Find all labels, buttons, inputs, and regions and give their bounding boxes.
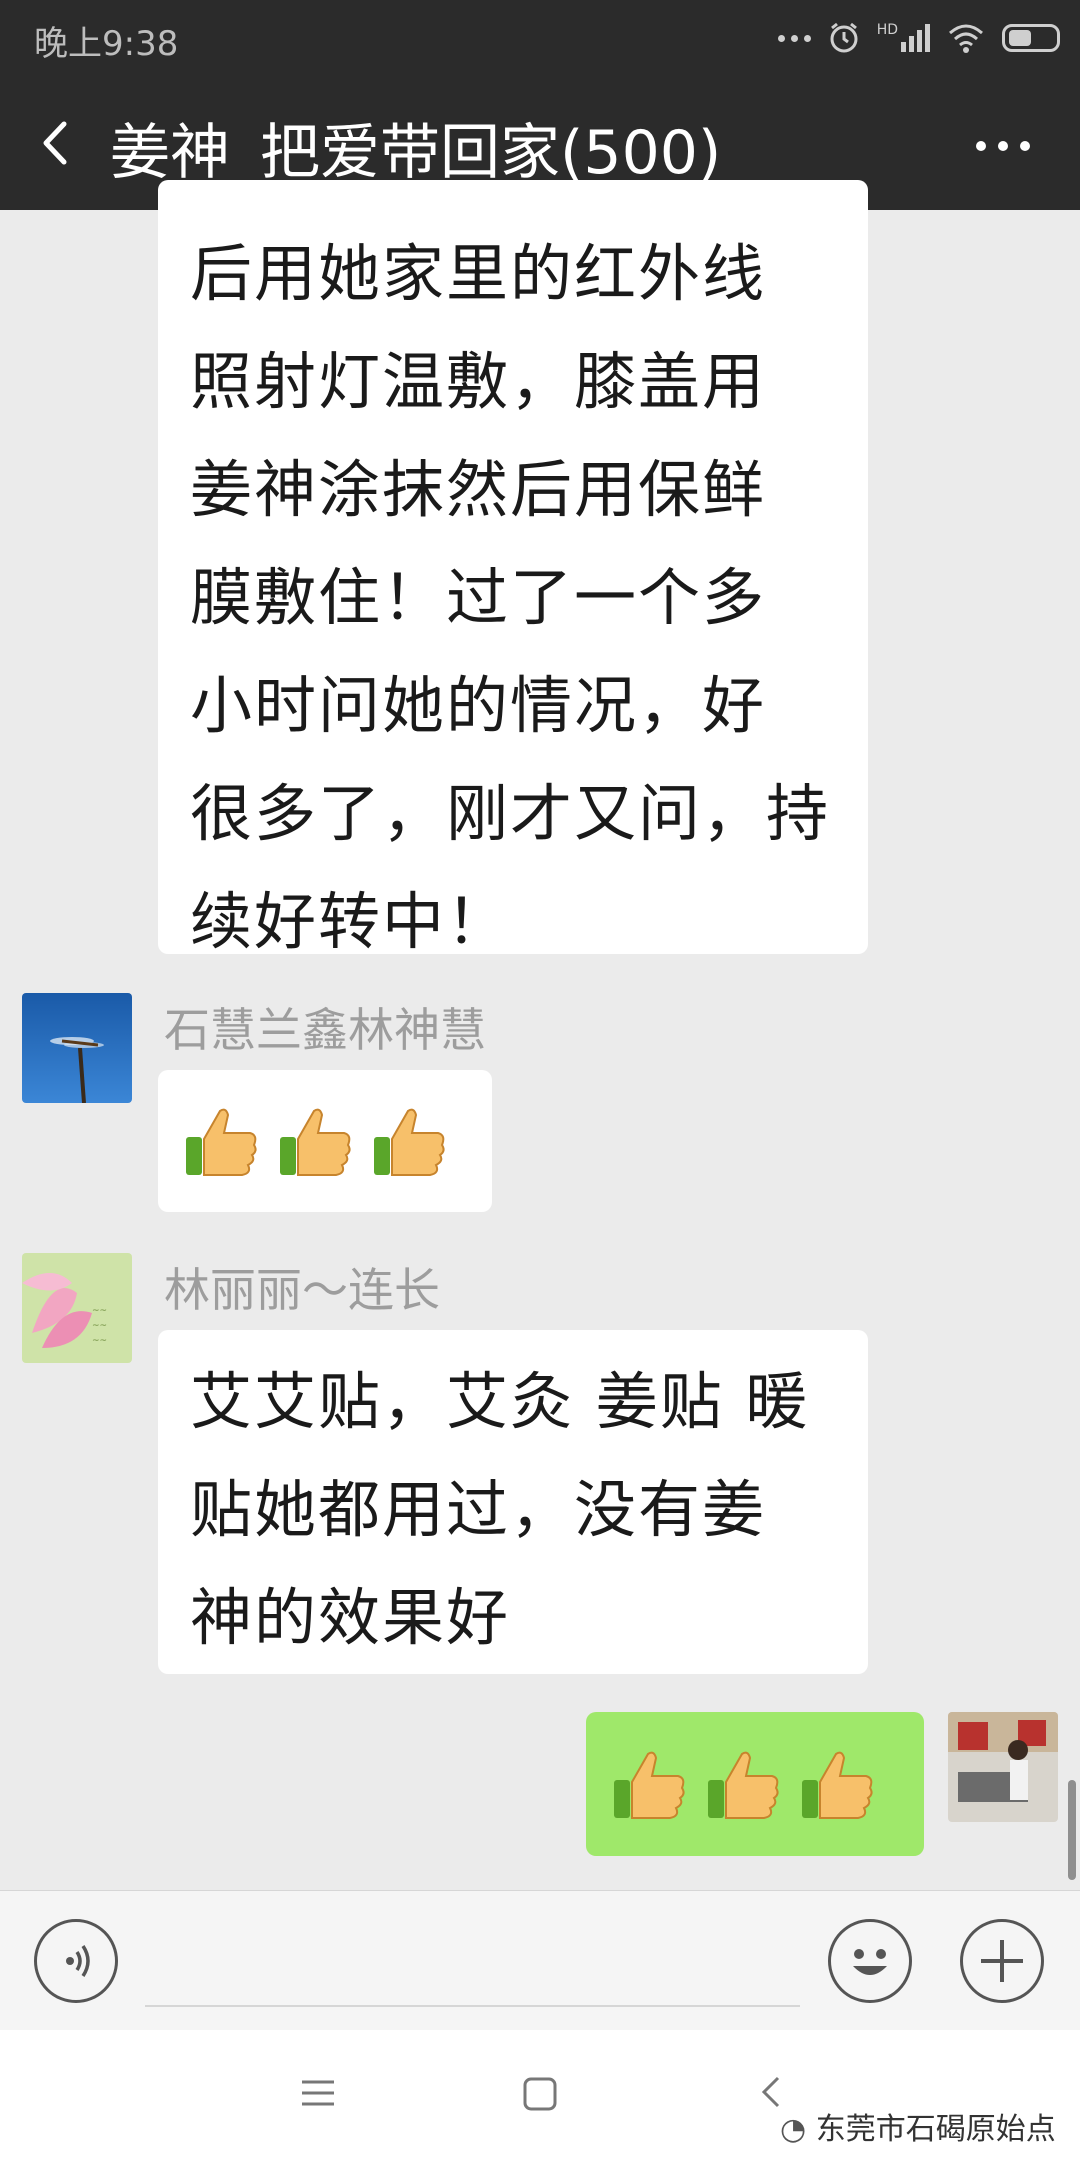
message-line: 艾艾贴，艾灸 姜贴 暖: [190, 1365, 810, 1438]
thumbs-up-icon: [802, 1751, 873, 1819]
svg-text:~~: ~~: [92, 1336, 107, 1346]
message-bubble-incoming[interactable]: [158, 1070, 492, 1212]
home-icon[interactable]: [522, 2076, 558, 2112]
message-line: 膜敷住！过了一个多: [190, 561, 767, 634]
voice-icon: [66, 1945, 90, 1977]
watermark: ◔ 东莞市石碣原始点: [780, 2104, 1056, 2148]
message-line: 后用她家里的红外线: [190, 237, 767, 310]
message-bubble-incoming[interactable]: 艾艾贴，艾灸 姜贴 暖 贴她都用过，没有姜 神的效果好: [158, 1330, 868, 1674]
status-icons: HD: [760, 16, 1060, 60]
wechat-logo-icon: ◔: [780, 2112, 816, 2147]
chat-message-list[interactable]: 后用她家里的红外线 照射灯温敷，膝盖用 姜神涂抹然后用保鲜 膜敷住！过了一个多 …: [0, 180, 1080, 1890]
emoji-row: [182, 1070, 468, 1212]
message-text: 艾艾贴，艾灸 姜贴 暖 贴她都用过，没有姜 神的效果好: [190, 1348, 838, 1672]
message-line: 姜神涂抹然后用保鲜: [190, 453, 767, 526]
thumbs-up-icon: [186, 1108, 257, 1176]
wifi-icon: [949, 24, 983, 53]
more-notifications-icon: [777, 34, 811, 42]
message-line: 续好转中！: [190, 885, 511, 954]
status-bar: 晚上9:38 HD: [0, 0, 1080, 76]
avatar-self[interactable]: [948, 1712, 1058, 1822]
thumbs-up-icon: [708, 1751, 779, 1819]
sender-name: 林丽丽～连长: [164, 1263, 440, 1317]
back-icon[interactable]: [30, 116, 84, 170]
hd-label: HD: [876, 22, 898, 38]
menu-icon[interactable]: [300, 2078, 336, 2108]
message-line: 贴她都用过，没有姜: [190, 1473, 767, 1546]
system-navigation-bar: ◔ 东莞市石碣原始点: [0, 2030, 1080, 2160]
message-line: 神的效果好: [190, 1581, 511, 1654]
message-bubble-outgoing[interactable]: [586, 1712, 924, 1856]
more-options-icon[interactable]: [976, 136, 1046, 156]
plus-icon: [981, 1940, 1023, 1982]
voice-button[interactable]: [34, 1919, 118, 2003]
input-bar: [0, 1890, 1080, 2031]
message-line: 小时问她的情况，好: [190, 669, 767, 742]
svg-text:~~: ~~: [92, 1306, 107, 1316]
chat-title: 姜神_把爱带回家(500): [110, 118, 722, 188]
battery-icon: [1002, 24, 1060, 52]
message-input[interactable]: [145, 2005, 800, 2007]
thumbs-up-icon: [614, 1751, 685, 1819]
alarm-icon: [830, 22, 858, 53]
scrollbar[interactable]: [1068, 1780, 1076, 1880]
message-line: 照射灯温敷，膝盖用: [190, 345, 767, 418]
emoji-icon: [853, 1949, 887, 1975]
sender-name: 石慧兰鑫林神慧: [164, 1003, 486, 1057]
avatar-lotus[interactable]: ~~ ~~ ~~: [22, 1253, 132, 1363]
plus-button[interactable]: [960, 1919, 1044, 2003]
svg-text:~~: ~~: [92, 1321, 107, 1331]
message-text: 后用她家里的红外线 照射灯温敷，膝盖用 姜神涂抹然后用保鲜 膜敷住！过了一个多 …: [190, 220, 838, 954]
thumbs-up-icon: [374, 1108, 445, 1176]
message-line: 很多了，刚才又问，持: [190, 777, 831, 850]
watermark-text: 东莞市石碣原始点: [815, 2112, 1056, 2147]
status-time: 晚上9:38: [34, 24, 179, 64]
cellular-signal-icon: HD: [876, 22, 930, 52]
avatar-dragonfly[interactable]: [22, 993, 132, 1103]
message-bubble-incoming[interactable]: 后用她家里的红外线 照射灯温敷，膝盖用 姜神涂抹然后用保鲜 膜敷住！过了一个多 …: [158, 180, 868, 954]
emoji-button[interactable]: [828, 1919, 912, 2003]
thumbs-up-icon: [280, 1108, 351, 1176]
emoji-row: [610, 1712, 900, 1856]
